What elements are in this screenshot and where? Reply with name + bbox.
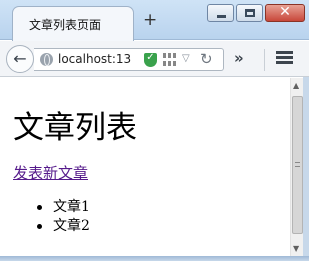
tab-title: 文章列表页面	[29, 18, 102, 32]
back-arrow-icon: ←	[13, 49, 27, 68]
list-item: 文章1	[37, 198, 90, 217]
new-article-link[interactable]: 发表新文章	[13, 162, 88, 183]
maximize-icon	[245, 9, 255, 17]
back-button[interactable]: ←	[6, 45, 34, 73]
page-content: 文章列表 发表新文章 文章1 文章2	[0, 78, 290, 256]
title-bar: 文章列表页面 + ✕	[0, 0, 309, 41]
window-frame-bottom	[0, 256, 309, 261]
globe-icon	[40, 53, 53, 66]
minimize-icon	[217, 15, 226, 18]
dropdown-icon[interactable]: ▽	[182, 53, 190, 64]
window-frame	[303, 77, 309, 256]
vertical-scrollbar[interactable]: ▲ ▼	[290, 78, 303, 256]
minimize-button[interactable]	[207, 4, 234, 22]
new-tab-button[interactable]: +	[143, 12, 157, 29]
browser-tab[interactable]: 文章列表页面	[12, 6, 134, 41]
maximize-button[interactable]	[236, 4, 263, 22]
url-text[interactable]: localhost:13	[58, 52, 136, 66]
scroll-down-icon[interactable]: ▼	[293, 244, 299, 253]
article-list: 文章1 文章2	[37, 198, 90, 236]
scrollbar-thumb[interactable]	[292, 96, 303, 234]
navigation-bar: ← localhost:13 ✓ ▽ ↻ »	[0, 41, 309, 77]
qr-code-icon[interactable]	[163, 53, 176, 66]
close-button[interactable]: ✕	[265, 4, 305, 22]
shield-icon[interactable]: ✓	[144, 52, 157, 67]
overflow-menu-icon[interactable]: »	[234, 49, 244, 67]
check-icon: ✓	[146, 52, 155, 63]
reload-button[interactable]: ↻	[200, 50, 213, 68]
url-bar[interactable]: localhost:13 ✓ ▽ ↻	[34, 48, 224, 71]
page-title: 文章列表	[13, 110, 137, 146]
hamburger-menu-icon[interactable]	[276, 51, 293, 65]
toolbar-divider	[264, 49, 265, 71]
list-item: 文章2	[37, 217, 90, 236]
close-icon: ✕	[279, 4, 291, 20]
scroll-up-icon[interactable]: ▲	[293, 81, 299, 90]
grip-icon	[295, 162, 300, 167]
